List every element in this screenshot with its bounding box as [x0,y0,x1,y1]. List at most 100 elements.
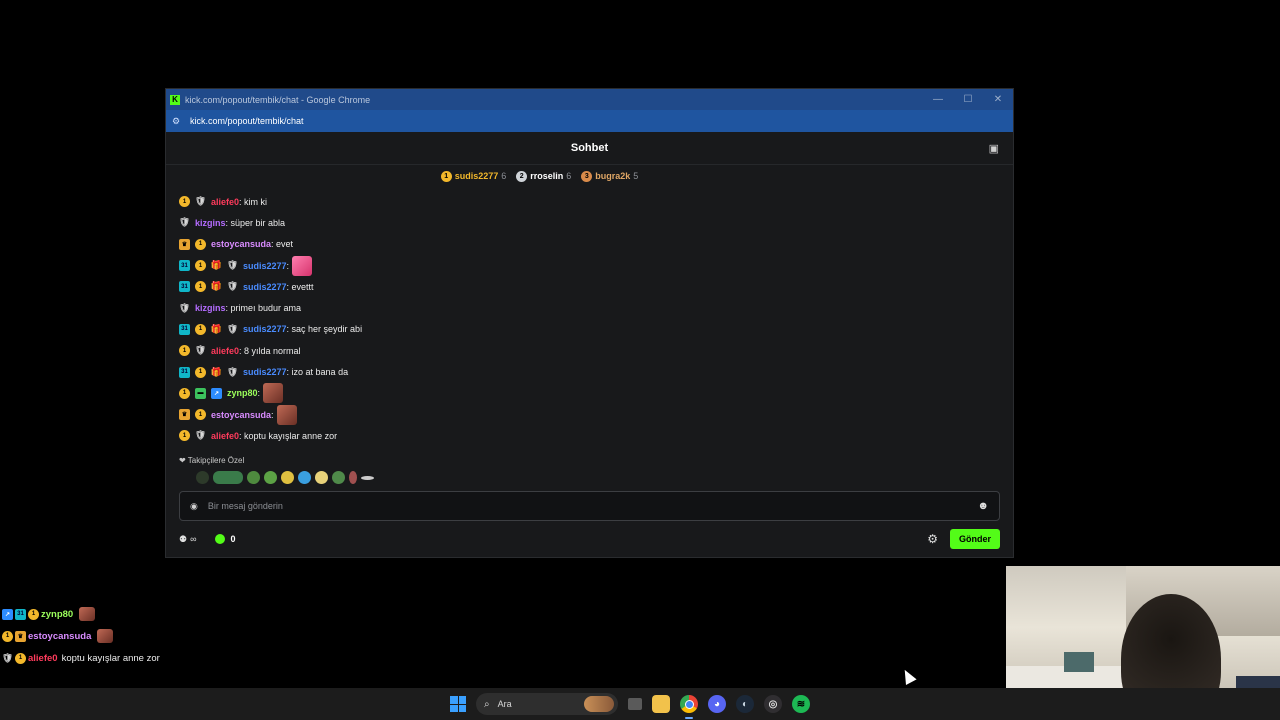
green-badge-icon[interactable]: ▬ [195,387,206,399]
vip-badge-icon[interactable]: ♛ [179,238,190,250]
gold-badge-icon[interactable]: 1 [195,260,206,272]
emote-icon[interactable] [196,471,209,484]
taskbar-search[interactable]: ⌕ Ara [476,693,618,715]
chat-username[interactable]: aliefe0 [211,431,239,441]
emote-icon[interactable] [263,383,284,404]
gold-badge-icon[interactable]: 1 [195,281,206,293]
file-explorer-icon[interactable] [652,695,670,713]
task-view-icon[interactable] [628,698,642,710]
emote-icon[interactable] [79,607,96,621]
send-button[interactable]: Gönder [949,529,1000,549]
leaderboard-username[interactable]: sudis2277 [455,171,499,181]
mod-badge-icon[interactable]: 🛡 [195,430,206,441]
emote-strip[interactable] [196,471,374,484]
emote-icon[interactable] [298,471,311,484]
gold-badge-icon[interactable]: 1 [15,652,26,664]
emote-icon[interactable] [247,471,260,484]
points-icon[interactable] [214,534,225,544]
gold-badge-icon[interactable]: 1 [2,630,13,642]
og-badge-icon[interactable]: ↗ [211,387,222,399]
chat-username[interactable]: sudis2277 [243,261,287,271]
chrome-icon[interactable] [680,695,698,719]
obs-icon[interactable]: ◎ [764,695,782,713]
leaderboard-username[interactable]: rroselin [530,171,563,181]
emote-icon[interactable] [292,255,313,276]
chat-username[interactable]: zynp80 [41,609,73,620]
emoji-icon[interactable]: ☻ [977,500,989,512]
close-icon[interactable]: ✕ [983,94,1013,105]
gold-badge-icon[interactable]: 1 [179,430,190,442]
gift-badge-icon[interactable]: 🎁 [211,324,222,335]
gold-badge-icon[interactable]: 1 [28,608,39,620]
emote-icon[interactable] [213,471,243,484]
sub-badge-icon[interactable]: 31 [179,260,190,272]
settings-icon[interactable]: ⚙ [927,532,938,546]
mod-badge-icon[interactable]: 🛡 [227,260,238,271]
leaderboard-username[interactable]: bugra2k [595,171,630,181]
chat-username[interactable]: aliefe0 [211,197,239,207]
chat-username[interactable]: kizgins [195,218,226,228]
sub-badge-icon[interactable]: 31 [15,608,26,620]
mod-badge-icon[interactable]: 🛡 [227,367,238,378]
chat-username[interactable]: kizgins [195,303,226,313]
chat-username[interactable]: aliefe0 [28,653,58,664]
sub-badge-icon[interactable]: 31 [179,323,190,335]
gold-badge-icon[interactable]: 1 [195,409,206,421]
chat-username[interactable]: sudis2277 [243,367,287,377]
emote-icon[interactable] [276,404,297,425]
gold-badge-icon[interactable]: 1 [179,345,190,357]
leaderboard-entry[interactable]: 2 rroselin 6 [516,170,571,182]
gold-badge-icon[interactable]: 1 [179,196,190,208]
emote-icon[interactable] [97,629,114,643]
leaderboard-entry[interactable]: 1 sudis2277 6 [440,170,506,182]
vip-badge-icon[interactable]: ♛ [179,409,190,421]
chat-username[interactable]: aliefe0 [211,346,239,356]
minimize-icon[interactable]: — [923,94,953,105]
mod-badge-icon[interactable]: 🛡 [195,196,206,207]
chat-username[interactable]: sudis2277 [243,282,287,292]
steam-icon[interactable]: ◐ [736,695,754,713]
message-input-box[interactable]: ◉ ☻ [179,491,1000,521]
sub-badge-icon[interactable]: 31 [179,281,190,293]
mod-badge-icon[interactable]: 🛡 [179,217,190,228]
mod-badge-icon[interactable]: 🛡 [227,324,238,335]
emote-icon[interactable] [281,471,294,484]
gold-badge-icon[interactable]: 1 [195,366,206,378]
chat-username[interactable]: estoycansuda [211,239,271,249]
discord-icon[interactable]: ◕ [708,695,726,713]
site-settings-icon[interactable]: ⚙ [172,116,184,127]
emote-icon[interactable] [349,471,357,484]
windows-start-icon[interactable] [450,696,466,712]
emote-icon[interactable] [361,475,374,480]
mod-badge-icon[interactable]: 🛡 [227,281,238,292]
chat-username[interactable]: sudis2277 [243,324,287,334]
gift-badge-icon[interactable]: 🎁 [211,367,222,378]
gold-badge-icon[interactable]: 1 [195,323,206,335]
gold-badge-icon[interactable]: 1 [179,387,190,399]
chat-users-icon[interactable]: ▣ [989,142,999,155]
chat-username[interactable]: zynp80 [227,388,258,398]
leaderboard-entry[interactable]: 3 bugra2k 5 [581,170,638,182]
chat-mode-icon[interactable]: ◉ [190,501,198,512]
address-bar[interactable]: ⚙ kick.com/popout/tembik/chat [166,110,1013,132]
spotify-icon[interactable]: ≋ [792,695,810,713]
gift-badge-icon[interactable]: 🎁 [211,281,222,292]
vip-badge-icon[interactable]: ♛ [15,630,26,642]
emote-icon[interactable] [332,471,345,484]
mod-badge-icon[interactable]: 🛡 [195,345,206,356]
emote-icon[interactable] [315,471,328,484]
emote-icon[interactable] [264,471,277,484]
chat-username[interactable]: estoycansuda [28,631,91,642]
gift-icon[interactable]: ⚉ [179,534,187,545]
gift-badge-icon[interactable]: 🎁 [211,260,222,271]
mod-badge-icon[interactable]: 🛡 [179,303,190,314]
og-badge-icon[interactable]: ↗ [2,608,13,620]
gold-badge-icon[interactable]: 1 [195,238,206,250]
chat-username[interactable]: estoycansuda [211,410,271,420]
message-input[interactable] [207,501,978,511]
sub-badge-icon[interactable]: 31 [179,366,190,378]
chat-message: 1 🛡 aliefe0: kim ki [179,191,1000,212]
mod-badge-icon[interactable]: 🛡 [2,653,13,664]
url-text[interactable]: kick.com/popout/tembik/chat [190,116,304,126]
maximize-icon[interactable]: ☐ [953,94,983,105]
